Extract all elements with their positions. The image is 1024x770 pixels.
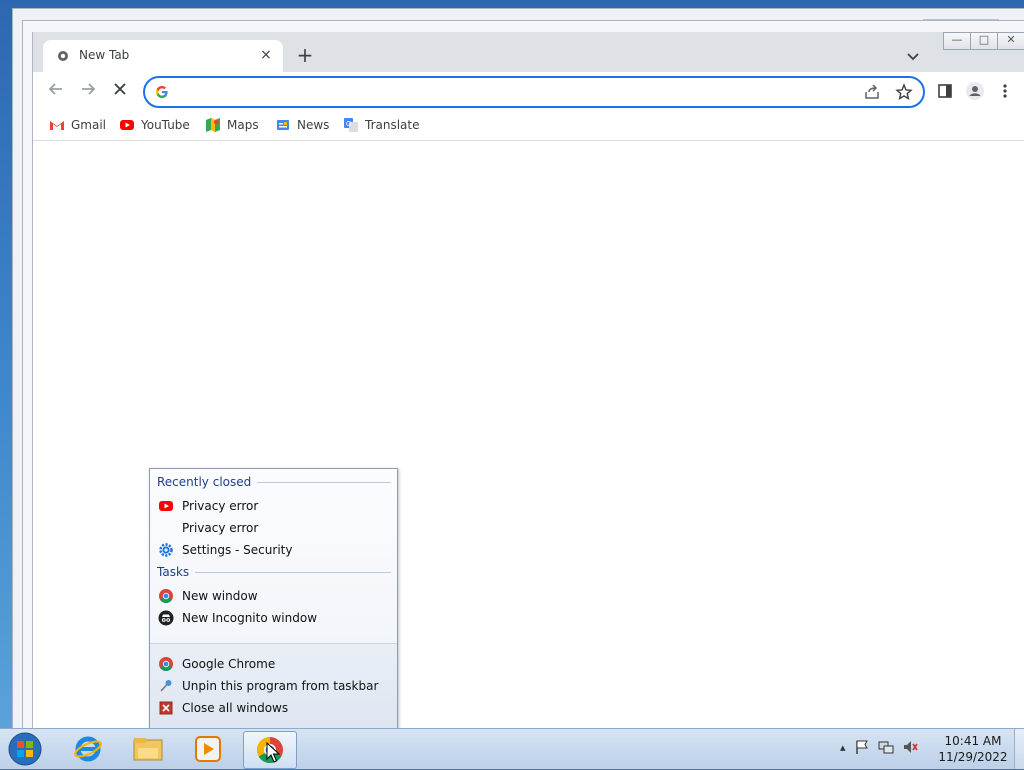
taskbar-jump-list: Recently closed Privacy error Privacy er… (149, 468, 398, 729)
bookmark-maps[interactable]: Maps (205, 116, 259, 134)
news-icon (277, 120, 289, 130)
action-open-google-chrome[interactable]: Google Chrome (158, 654, 388, 674)
task-new-incognito-window[interactable]: New Incognito window (158, 608, 388, 628)
chrome-icon (158, 588, 174, 604)
arrow-right-icon (82, 83, 96, 95)
unpin-icon (158, 678, 174, 694)
action-label: Google Chrome (182, 657, 276, 671)
close-window-icon (158, 700, 174, 716)
taskbar: ▴ 10:41 AM 11/29/2022 (0, 728, 1024, 769)
action-label: Close all windows (182, 701, 289, 715)
bookmarks-bar: Gmail YouTube Maps News G Translate (33, 110, 1024, 141)
gear-icon (158, 542, 174, 558)
incognito-icon (158, 610, 174, 626)
taskbar-internet-explorer[interactable] (62, 731, 114, 767)
svg-text:G: G (346, 121, 351, 128)
forward-button[interactable] (77, 80, 99, 102)
bookmark-label: Maps (227, 118, 259, 132)
bookmark-news[interactable]: News (275, 116, 329, 134)
tab-close-button[interactable]: × (257, 46, 275, 64)
minimize-button[interactable]: — (943, 32, 971, 50)
taskbar-file-explorer[interactable] (122, 731, 174, 767)
stop-x-icon (114, 83, 126, 95)
clock-time: 10:41 AM (944, 734, 1002, 748)
action-close-all-windows[interactable]: Close all windows (158, 698, 388, 718)
back-button[interactable] (45, 80, 67, 102)
volume-muted-icon[interactable] (902, 739, 918, 755)
star-icon[interactable] (895, 83, 913, 101)
maximize-button[interactable]: □ (970, 32, 998, 50)
bookmark-label: Translate (365, 118, 420, 132)
tasks-heading: Tasks (157, 565, 391, 579)
file-explorer-icon (133, 738, 163, 761)
new-tab-button[interactable]: + (293, 44, 317, 68)
task-label: New window (182, 589, 258, 603)
show-desktop-button[interactable] (1014, 729, 1024, 769)
close-button[interactable]: ✕ (997, 32, 1024, 50)
recent-item-label: Privacy error (182, 499, 259, 513)
bookmark-youtube[interactable]: YouTube (119, 116, 190, 134)
google-g-icon (156, 86, 168, 98)
recent-item[interactable]: Settings - Security (158, 540, 388, 560)
system-tray: ▴ (840, 739, 918, 755)
tab-new-tab[interactable]: New Tab × (43, 40, 283, 72)
recent-item[interactable]: Privacy error (158, 518, 388, 538)
blank-icon (158, 520, 174, 536)
bookmark-label: Gmail (71, 118, 107, 132)
maps-icon (206, 118, 220, 132)
clock-date: 11/29/2022 (938, 750, 1008, 764)
bookmark-gmail[interactable]: Gmail (49, 116, 106, 134)
show-hidden-icons-button[interactable]: ▴ (840, 741, 846, 754)
action-label: Unpin this program from taskbar (182, 679, 379, 693)
bookmark-translate[interactable]: G Translate (343, 116, 420, 134)
window-controls: — □ ✕ (943, 32, 1024, 50)
media-player-icon (195, 736, 221, 762)
omnibox[interactable] (143, 76, 925, 108)
recently-closed-heading: Recently closed (157, 475, 391, 489)
windows-orb-icon (8, 732, 42, 766)
stop-button[interactable] (109, 80, 131, 102)
tab-title: New Tab (79, 48, 130, 62)
chrome-icon (158, 656, 174, 672)
task-new-window[interactable]: New window (158, 586, 388, 606)
translate-icon: G (344, 118, 358, 132)
start-button[interactable] (6, 731, 44, 767)
chrome-favicon-icon (58, 51, 68, 61)
tab-search-chevron-icon[interactable] (903, 46, 923, 66)
task-label: New Incognito window (182, 611, 318, 625)
title-bar: New Tab × + — □ ✕ (33, 32, 1024, 72)
taskbar-media-player[interactable] (182, 731, 234, 767)
address-input[interactable] (177, 82, 861, 102)
profile-avatar-icon[interactable] (965, 81, 985, 101)
recent-item-label: Settings - Security (182, 543, 293, 557)
recent-item[interactable]: Privacy error (158, 496, 388, 516)
taskbar-clock[interactable]: 10:41 AM 11/29/2022 (938, 733, 1008, 765)
action-unpin[interactable]: Unpin this program from taskbar (158, 676, 388, 696)
gmail-icon (50, 121, 64, 130)
network-icon[interactable] (878, 739, 894, 755)
action-center-flag-icon[interactable] (854, 739, 870, 755)
youtube-icon (158, 498, 174, 514)
internet-explorer-icon (74, 736, 102, 762)
mouse-cursor-icon (266, 742, 280, 763)
arrow-left-icon (48, 83, 62, 95)
toolbar (33, 72, 1024, 110)
bookmark-label: News (297, 118, 330, 132)
share-icon[interactable] (863, 83, 881, 101)
youtube-icon (120, 120, 134, 130)
recent-item-label: Privacy error (182, 521, 259, 535)
more-menu-icon[interactable] (995, 81, 1015, 101)
side-panel-icon[interactable] (935, 81, 955, 101)
bookmark-label: YouTube (141, 118, 190, 132)
